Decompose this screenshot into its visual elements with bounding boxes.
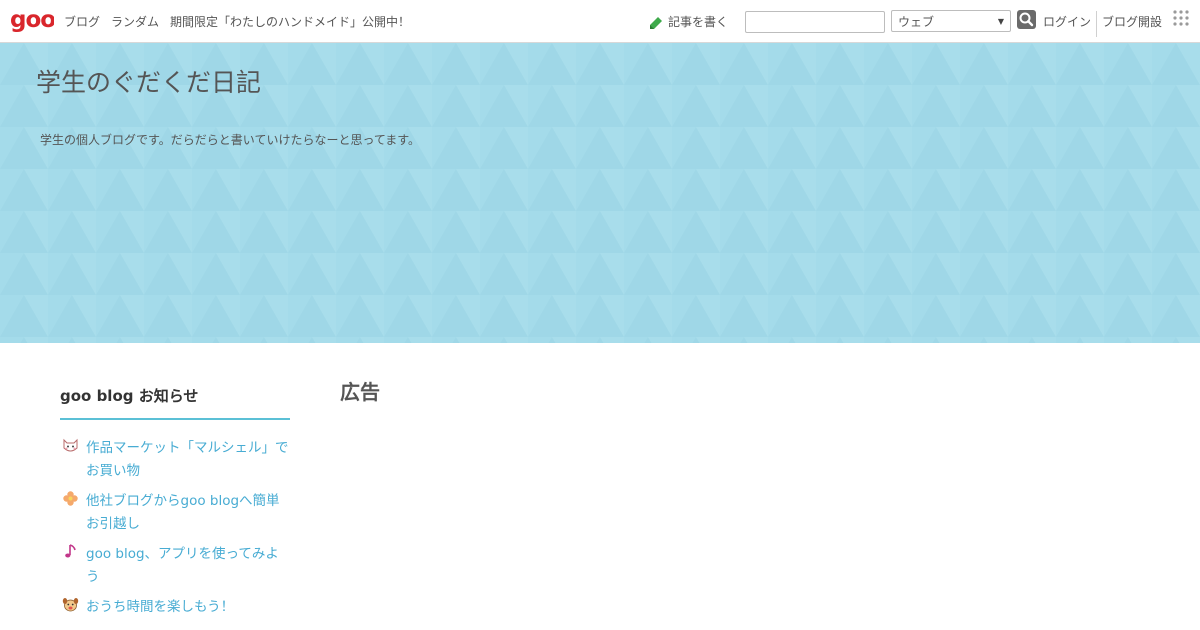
search-scope-select[interactable]: ウェブ ▼ [891,10,1011,32]
nav-random-link[interactable]: ランダム [111,13,159,30]
login-link[interactable]: ログイン [1043,0,1091,43]
music-note-icon [65,544,76,558]
write-post-link[interactable]: 記事を書く [648,0,728,43]
notice-item-label: 作品マーケット「マルシェル」でお買い物 [86,440,289,479]
notice-item-migration[interactable]: 他社ブログからgoo blogへ簡単お引越し [60,490,290,536]
write-post-label: 記事を書く [668,15,729,29]
nav-blog-link[interactable]: ブログ [64,13,100,30]
dog-face-icon [62,598,79,612]
notice-item-label: 他社ブログからgoo blogへ簡単お引越し [86,493,280,532]
search-input[interactable] [745,11,885,33]
open-blog-link[interactable]: ブログ開設 [1102,0,1162,43]
notice-list: 作品マーケット「マルシェル」でお買い物 他社ブログからgoo blogへ簡単お引… [60,437,290,626]
header-divider [1096,11,1097,37]
clover-icon [63,491,78,506]
notice-item-app[interactable]: goo blog、アプリを使ってみよう [60,543,290,589]
goo-logo-text: goo [10,7,54,33]
nav-campaign-link[interactable]: 期間限定「わたしのハンドメイド」公開中！ [170,13,410,30]
notice-item-marcheru[interactable]: 作品マーケット「マルシェル」でお買い物 [60,437,290,483]
cat-face-icon [63,438,78,452]
notice-heading-underline [60,418,290,420]
goo-logo[interactable]: goo [10,6,54,34]
blog-title[interactable]: 学生のぐだくだ日記 [36,63,261,99]
apps-grid-icon[interactable] [1172,9,1190,27]
search-scope-value: ウェブ [898,14,935,29]
notice-item-label: goo blog、アプリを使ってみよう [86,546,279,585]
search-button[interactable] [1017,10,1036,29]
dropdown-arrow-icon: ▼ [997,16,1004,26]
search-icon [1019,12,1034,27]
global-nav: ブログ ランダム 期間限定「わたしのハンドメイド」公開中！ [64,0,410,43]
blog-header-banner: 学生のぐだくだ日記 学生の個人ブログです。だらだらと書いていけたらなーと思ってま… [0,43,1200,343]
pencil-icon [650,16,662,29]
notice-item-home-time[interactable]: おうち時間を楽しもう！ [60,596,290,619]
blog-description: 学生の個人ブログです。だらだらと書いていけたらなーと思ってます。 [40,133,421,147]
notice-item-label: おうち時間を楽しもう！ [86,599,235,615]
ad-heading: 広告 [340,380,380,404]
notice-heading: goo blog お知らせ [60,387,199,405]
global-header: goo ブログ ランダム 期間限定「わたしのハンドメイド」公開中！ 記事を書く … [0,0,1200,43]
